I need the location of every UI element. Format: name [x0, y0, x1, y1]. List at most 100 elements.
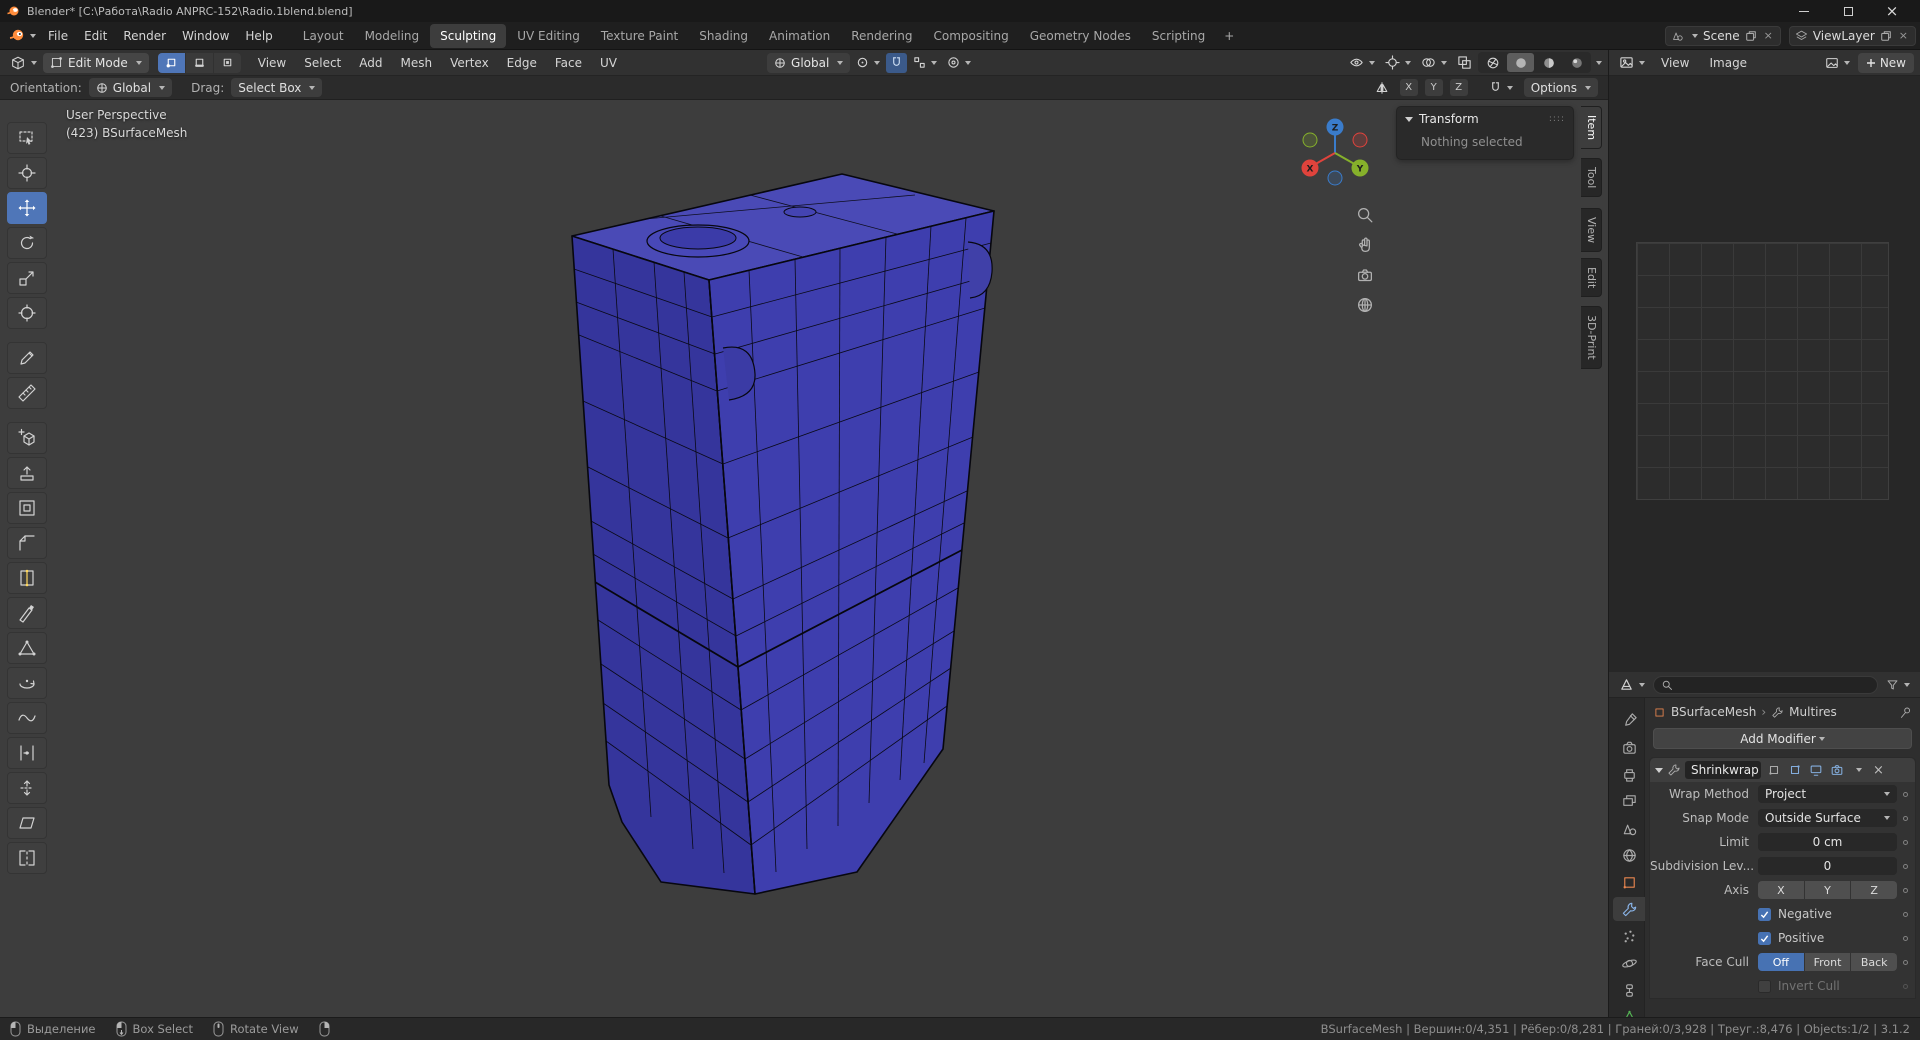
viewlayer-selector[interactable]: ViewLayer ×	[1789, 26, 1916, 46]
transform-panel-header[interactable]: Transform ::::	[1397, 107, 1573, 131]
edge-select-button[interactable]	[186, 53, 213, 73]
remove-viewlayer-icon[interactable]: ×	[1897, 29, 1910, 42]
overlays-button[interactable]	[1417, 53, 1451, 73]
proportional-editing-button[interactable]	[943, 53, 975, 73]
tab-render[interactable]	[1613, 735, 1645, 759]
tool-measure[interactable]	[7, 377, 47, 409]
perspective-toggle-button[interactable]	[1352, 292, 1378, 318]
snap-settings-button[interactable]	[909, 53, 941, 73]
negative-checkbox[interactable]	[1758, 908, 1771, 921]
tab-tool[interactable]	[1613, 708, 1645, 732]
menu-view[interactable]: View	[250, 52, 294, 74]
modifier-name-field[interactable]: Shrinkwrap	[1685, 761, 1761, 779]
orientation-dropdown[interactable]: Global	[89, 78, 172, 97]
new-image-button[interactable]: New	[1858, 53, 1914, 73]
menu-vertex[interactable]: Vertex	[442, 52, 497, 74]
tool-shear[interactable]	[7, 807, 47, 839]
mirror-y-button[interactable]: Y	[1425, 79, 1443, 96]
workspace-tab-animation[interactable]: Animation	[759, 24, 840, 48]
pivot-point-button[interactable]	[852, 53, 884, 73]
solid-shading-button[interactable]	[1507, 53, 1534, 72]
image-editor-canvas[interactable]	[1609, 76, 1920, 672]
menu-render[interactable]: Render	[115, 25, 174, 47]
maximize-button[interactable]	[1826, 0, 1870, 22]
tool-spin[interactable]	[7, 667, 47, 699]
tab-constraints[interactable]	[1613, 978, 1645, 1002]
gizmos-button[interactable]	[1381, 53, 1415, 73]
object-visibility-button[interactable]	[1345, 53, 1379, 73]
tool-smooth[interactable]	[7, 702, 47, 734]
image-datablock-button[interactable]	[1821, 53, 1854, 73]
tool-select-box[interactable]	[7, 122, 47, 154]
editor-type-button[interactable]	[6, 53, 41, 73]
tool-cursor[interactable]	[7, 157, 47, 189]
axis-z-button[interactable]: Z	[1851, 881, 1897, 899]
workspace-tab-geometry-nodes[interactable]: Geometry Nodes	[1020, 24, 1141, 48]
modifier-render-toggle[interactable]	[1828, 762, 1845, 779]
pan-view-button[interactable]	[1352, 232, 1378, 258]
breadcrumb-object[interactable]: BSurfaceMesh	[1671, 705, 1756, 719]
properties-editor-type-button[interactable]	[1615, 675, 1649, 695]
rendered-shading-button[interactable]	[1563, 53, 1590, 72]
tab-output[interactable]	[1613, 762, 1645, 786]
modifier-realtime-toggle[interactable]	[1807, 762, 1824, 779]
tab-modifiers[interactable]	[1613, 897, 1645, 921]
decorator-dot[interactable]	[1897, 960, 1913, 965]
tab-world[interactable]	[1613, 843, 1645, 867]
breadcrumb-data[interactable]: Multires	[1789, 705, 1837, 719]
tool-move[interactable]	[7, 192, 47, 224]
modifier-on-cage-toggle[interactable]	[1765, 762, 1782, 779]
axis-y-button[interactable]: Y	[1805, 881, 1851, 899]
pin-icon[interactable]	[1899, 706, 1912, 719]
properties-search-input[interactable]	[1653, 676, 1878, 694]
decorator-dot[interactable]	[1897, 864, 1913, 869]
tool-scale[interactable]	[7, 262, 47, 294]
tool-loop-cut[interactable]	[7, 562, 47, 594]
mirror-x-button[interactable]: X	[1400, 79, 1418, 96]
blender-menu-button[interactable]	[4, 26, 40, 46]
tool-shrink-fatten[interactable]	[7, 772, 47, 804]
face-select-button[interactable]	[214, 53, 241, 73]
wrap-method-dropdown[interactable]: Project	[1758, 785, 1897, 803]
menu-window[interactable]: Window	[174, 25, 237, 47]
drag-dropdown[interactable]: Select Box	[231, 78, 322, 97]
tool-rotate[interactable]	[7, 227, 47, 259]
image-editor-menu-image[interactable]: Image	[1701, 52, 1755, 74]
tool-annotate[interactable]	[7, 342, 47, 374]
viewport-canvas[interactable]: User Perspective (423) BSurfaceMesh Z X …	[0, 100, 1608, 1017]
tool-transform[interactable]	[7, 297, 47, 329]
sidebar-tab-3d-print[interactable]: 3D-Print	[1581, 306, 1602, 369]
menu-mesh[interactable]: Mesh	[393, 52, 441, 74]
face-cull-back-button[interactable]: Back	[1851, 953, 1897, 971]
axis-x-button[interactable]: X	[1758, 881, 1804, 899]
menu-edit[interactable]: Edit	[76, 25, 115, 47]
mirror-z-button[interactable]: Z	[1450, 79, 1468, 96]
workspace-tab-compositing[interactable]: Compositing	[923, 24, 1018, 48]
decorator-dot[interactable]	[1897, 816, 1913, 821]
new-scene-icon[interactable]	[1745, 30, 1757, 42]
limit-value-field[interactable]: 0 cm	[1758, 833, 1897, 851]
gizmo-neg-y-axis[interactable]	[1303, 133, 1317, 147]
mirror-button[interactable]	[1371, 78, 1393, 98]
tool-add-cube[interactable]	[7, 422, 47, 454]
transform-orientation-dropdown[interactable]: Global	[767, 53, 850, 73]
vertex-select-button[interactable]	[158, 53, 185, 73]
sidebar-tab-tool[interactable]: Tool	[1581, 158, 1602, 197]
close-button[interactable]: ×	[1870, 0, 1914, 22]
snap-toggle-button[interactable]	[886, 53, 907, 73]
add-modifier-button[interactable]: Add Modifier	[1653, 728, 1912, 749]
menu-select[interactable]: Select	[296, 52, 349, 74]
scene-selector[interactable]: Scene ×	[1665, 26, 1781, 46]
decorator-dot[interactable]	[1897, 936, 1913, 941]
collapse-icon[interactable]	[1655, 768, 1663, 773]
modifier-extras-button[interactable]	[1849, 762, 1866, 779]
workspace-tab-rendering[interactable]: Rendering	[841, 24, 922, 48]
tool-poly-build[interactable]	[7, 632, 47, 664]
tab-particles[interactable]	[1613, 924, 1645, 948]
add-workspace-button[interactable]: +	[1216, 25, 1242, 47]
panel-drag-handle-icon[interactable]: ::::	[1549, 114, 1565, 124]
mode-dropdown[interactable]: Edit Mode	[43, 53, 149, 73]
unlink-scene-icon[interactable]: ×	[1762, 29, 1775, 42]
workspace-tab-scripting[interactable]: Scripting	[1142, 24, 1215, 48]
menu-file[interactable]: File	[40, 25, 76, 47]
